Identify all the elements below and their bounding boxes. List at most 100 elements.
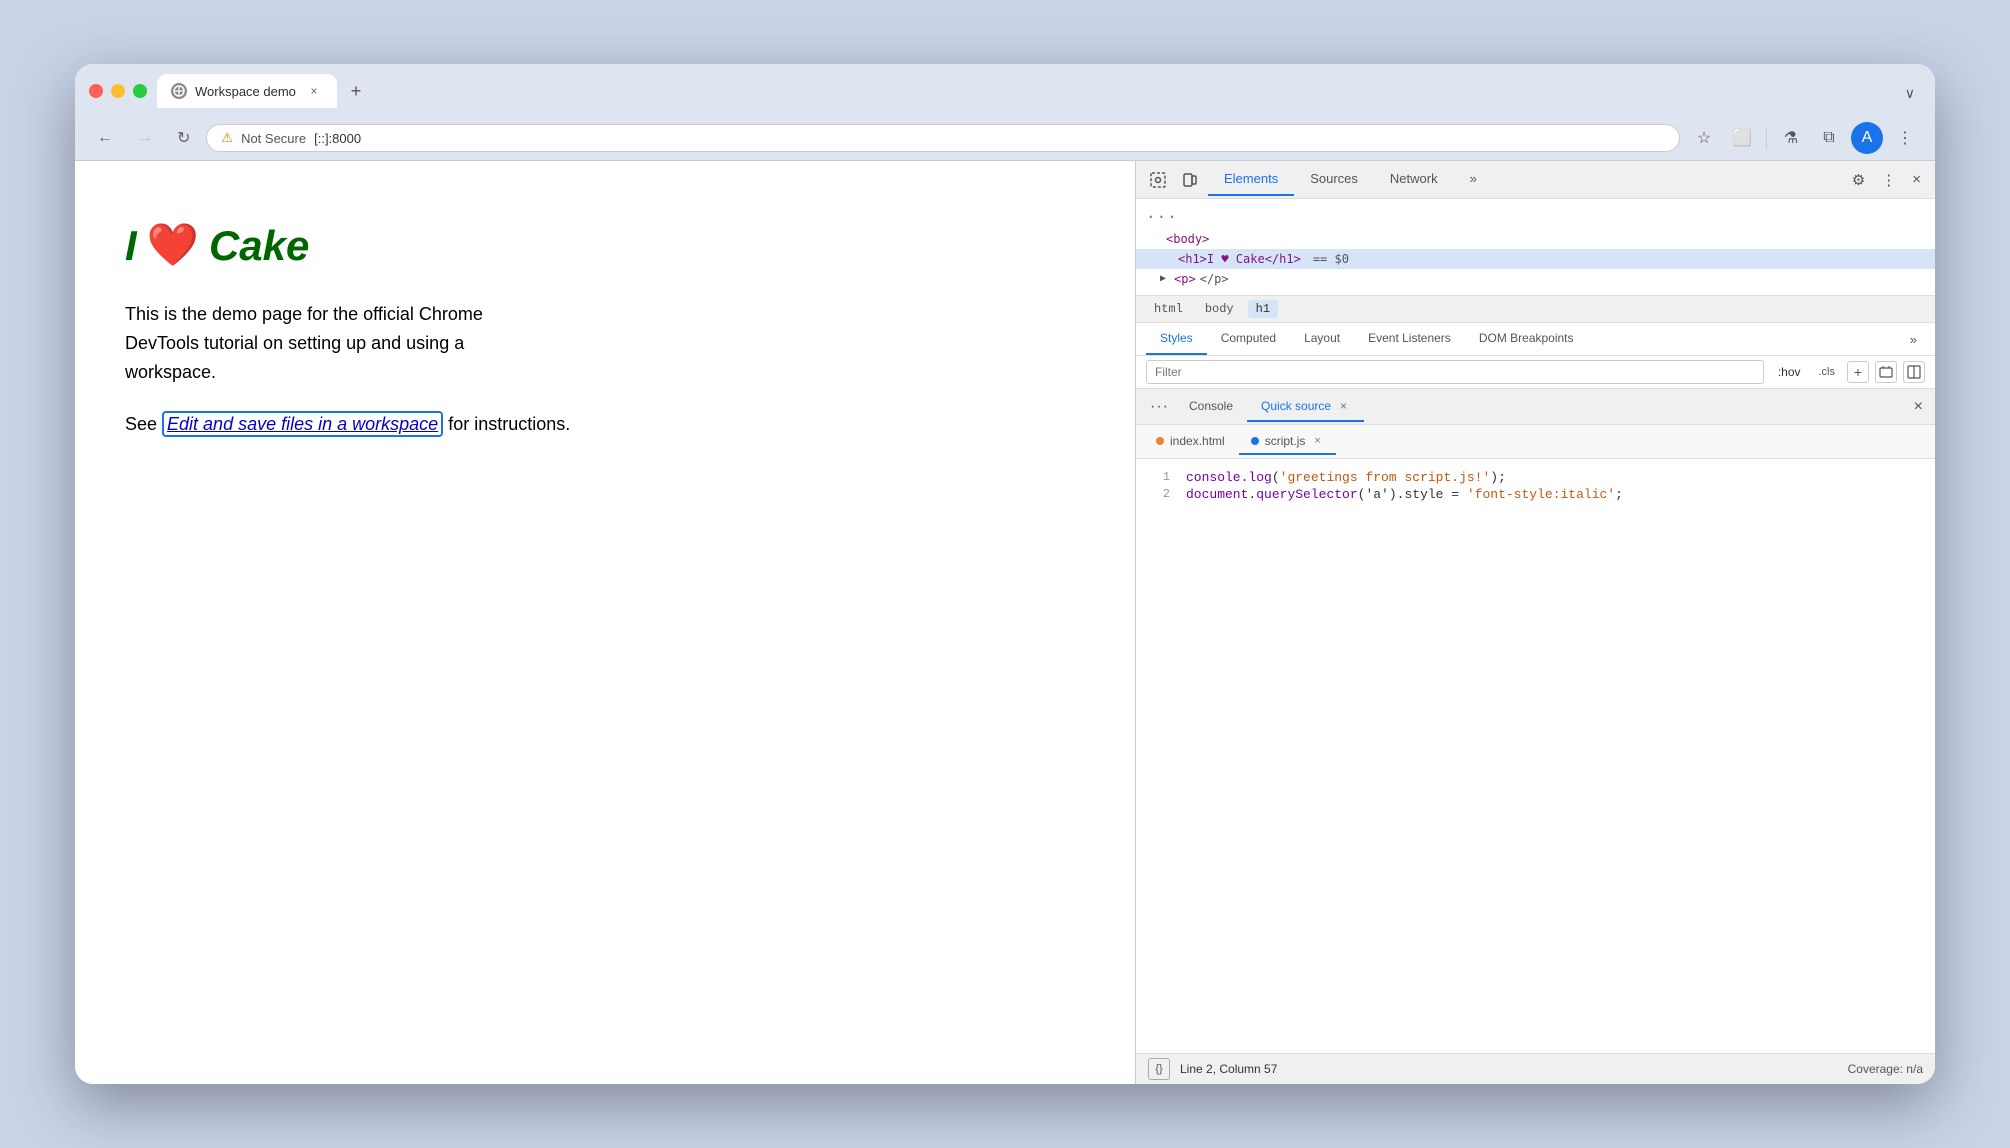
h1-tag: <h1>I ♥ Cake</h1>	[1178, 252, 1301, 266]
script-js-label: script.js	[1265, 434, 1306, 448]
styles-filter-input[interactable]	[1146, 360, 1764, 384]
styles-tabs-row: Styles Computed Layout Event Listeners D…	[1136, 323, 1935, 356]
p-element-row[interactable]: ▶ <p> </p>	[1136, 269, 1935, 289]
force-state-button[interactable]	[1875, 361, 1897, 383]
code-line-2: 2 document.querySelector('a').style = 'f…	[1136, 486, 1935, 503]
devtools-more-button[interactable]: ⋮	[1875, 167, 1902, 193]
close-button[interactable]	[89, 84, 103, 98]
styles-tab-event-listeners[interactable]: Event Listeners	[1354, 323, 1465, 355]
browser-content: I ❤️ Cake This is the demo page for the …	[75, 161, 1935, 1084]
console-tab-label: Console	[1189, 399, 1233, 413]
h1-element-row[interactable]: <h1>I ♥ Cake</h1> == $0	[1136, 249, 1935, 269]
selected-indicator: == $0	[1313, 252, 1349, 266]
breadcrumb-body[interactable]: body	[1197, 300, 1242, 318]
tab-elements[interactable]: Elements	[1208, 163, 1294, 196]
line-number-2: 2	[1136, 487, 1186, 501]
inspect-element-button[interactable]	[1144, 168, 1172, 192]
nav-divider	[1766, 127, 1767, 149]
hov-button[interactable]: :hov	[1772, 362, 1807, 382]
tab-quick-source[interactable]: Quick source ×	[1247, 392, 1364, 422]
page-heading-i: I	[125, 222, 137, 270]
minimize-button[interactable]	[111, 84, 125, 98]
maximize-button[interactable]	[133, 84, 147, 98]
braces-label: {}	[1155, 1063, 1162, 1075]
devtools-toolbar: Elements Sources Network » ⚙ ⋮ ×	[1136, 161, 1935, 199]
code-line-1: 1 console.log('greetings from script.js!…	[1136, 469, 1935, 486]
code-area[interactable]: 1 console.log('greetings from script.js!…	[1136, 459, 1935, 1053]
styles-tab-styles[interactable]: Styles	[1146, 323, 1207, 355]
new-tab-button[interactable]: +	[339, 74, 373, 108]
index-html-dot	[1156, 437, 1164, 445]
breadcrumb-h1[interactable]: h1	[1248, 300, 1278, 318]
lab-button[interactable]: ⚗	[1775, 122, 1807, 154]
file-tab-index-html[interactable]: index.html	[1144, 429, 1237, 455]
not-secure-label: Not Secure	[241, 131, 306, 146]
quick-source-close-button[interactable]: ×	[1337, 398, 1350, 414]
workspace-link[interactable]: Edit and save files in a workspace	[162, 411, 443, 437]
devtools-toolbar-right: ⚙ ⋮ ×	[1846, 167, 1927, 193]
tab-expand-button[interactable]: ∨	[1899, 79, 1921, 108]
styles-tab-dom-breakpoints[interactable]: DOM Breakpoints	[1465, 323, 1588, 355]
reload-button[interactable]: ↻	[169, 124, 198, 152]
devtools-close-button[interactable]: ×	[1906, 167, 1927, 192]
back-button[interactable]: ←	[89, 125, 121, 151]
tab-close-button[interactable]: ×	[305, 82, 323, 100]
security-warning-icon: ⚠	[221, 130, 233, 146]
code-content-2: document.querySelector('a').style = 'fon…	[1186, 487, 1935, 502]
page-heading-cake: Cake	[209, 222, 309, 270]
bookmark-button[interactable]: ☆	[1688, 122, 1720, 154]
script-js-dot	[1251, 437, 1259, 445]
cursor-position: Line 2, Column 57	[1180, 1062, 1277, 1076]
tab-sources[interactable]: Sources	[1294, 163, 1374, 196]
devtools-status-bar: {} Line 2, Column 57 Coverage: n/a	[1136, 1053, 1935, 1084]
styles-tab-layout[interactable]: Layout	[1290, 323, 1354, 355]
body-element-row[interactable]: <body>	[1136, 229, 1935, 249]
elements-more-button[interactable]: ···	[1136, 205, 1935, 229]
add-rule-button[interactable]: +	[1847, 361, 1869, 383]
extensions-button[interactable]: ⬜	[1726, 122, 1758, 154]
script-js-close-button[interactable]: ×	[1311, 434, 1323, 448]
profile-button[interactable]: A	[1851, 122, 1883, 154]
file-tabs-bar: index.html script.js ×	[1136, 425, 1935, 459]
breadcrumb-row: html body h1	[1136, 296, 1935, 323]
bottom-panel-close-button[interactable]: ×	[1910, 394, 1927, 420]
line-number-1: 1	[1136, 470, 1186, 484]
tab-more[interactable]: »	[1454, 163, 1493, 196]
expand-arrow[interactable]: ▶	[1160, 273, 1166, 285]
active-tab[interactable]: Workspace demo ×	[157, 74, 337, 108]
format-button[interactable]: {}	[1148, 1058, 1170, 1080]
cls-button[interactable]: .cls	[1813, 363, 1842, 381]
index-html-label: index.html	[1170, 434, 1225, 448]
devtools-panel: Elements Sources Network » ⚙ ⋮ × ··· <bo…	[1135, 161, 1935, 1084]
device-toggle-button[interactable]	[1176, 168, 1204, 192]
browser-window: Workspace demo × + ∨ ← → ↻ ⚠ Not Secure …	[75, 64, 1935, 1084]
tabs-row: Workspace demo × + ∨	[157, 74, 1921, 108]
bottom-panel-dots[interactable]: ···	[1144, 398, 1175, 416]
bottom-panel: ··· Console Quick source × × index.html	[1136, 389, 1935, 1084]
bottom-tabs-bar: ··· Console Quick source × ×	[1136, 389, 1935, 425]
filter-actions: :hov .cls +	[1772, 361, 1925, 383]
p-tag: <p>	[1174, 272, 1196, 286]
page-heading: I ❤️ Cake	[125, 221, 1085, 270]
nav-actions: ☆ ⬜ ⚗ ⧉ A ⋮	[1688, 122, 1921, 154]
tab-network[interactable]: Network	[1374, 163, 1454, 196]
title-bar: Workspace demo × + ∨	[75, 64, 1935, 116]
page-body-text: This is the demo page for the official C…	[125, 300, 545, 386]
menu-button[interactable]: ⋮	[1889, 122, 1921, 154]
styles-more-tabs[interactable]: »	[1902, 324, 1925, 355]
breadcrumb-html[interactable]: html	[1146, 300, 1191, 318]
tab-console[interactable]: Console	[1175, 393, 1247, 421]
p-close-tag: </p>	[1200, 272, 1229, 286]
address-text: [::]:8000	[314, 131, 1665, 146]
elements-panel: ··· <body> <h1>I ♥ Cake</h1> == $0 ▶ <p>…	[1136, 199, 1935, 296]
layout-button[interactable]	[1903, 361, 1925, 383]
body-tag: <body>	[1166, 232, 1209, 246]
styles-tab-computed[interactable]: Computed	[1207, 323, 1290, 355]
address-bar[interactable]: ⚠ Not Secure [::]:8000	[206, 124, 1680, 152]
window-controls	[89, 84, 147, 98]
devtools-settings-button[interactable]: ⚙	[1846, 167, 1871, 193]
split-button[interactable]: ⧉	[1813, 122, 1845, 154]
forward-button[interactable]: →	[129, 125, 161, 151]
file-tab-script-js[interactable]: script.js ×	[1239, 429, 1336, 455]
title-bar-top: Workspace demo × + ∨	[89, 74, 1921, 108]
